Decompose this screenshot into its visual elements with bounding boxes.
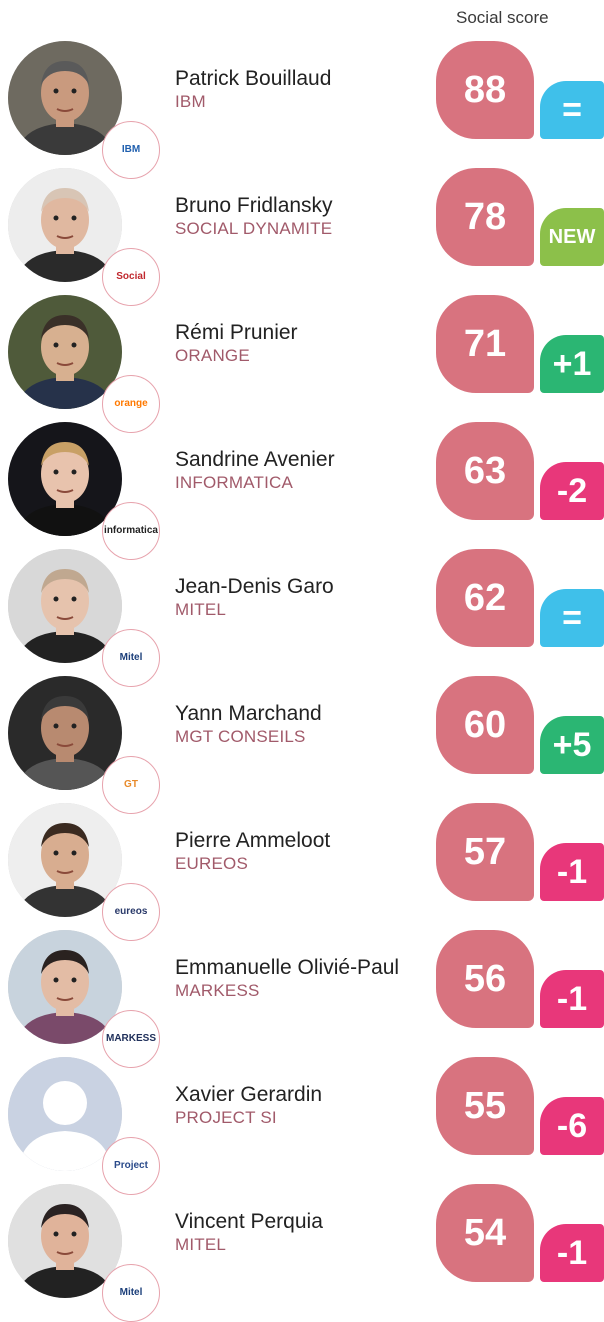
company-name: ORANGE — [175, 346, 250, 365]
rank-change-badge: +1 — [540, 335, 604, 393]
company-name: IBM — [175, 92, 206, 111]
person-name: Jean-Denis Garo — [175, 575, 334, 598]
list-item[interactable]: Project Xavier Gerardin PROJECT SI 55 -6 — [0, 1049, 604, 1195]
rank-change-badge: -6 — [540, 1097, 604, 1155]
list-item[interactable]: eureos Pierre Ammeloot EUREOS 57 -1 — [0, 795, 604, 941]
person-name: Bruno Fridlansky — [175, 194, 333, 217]
company-name: SOCIAL DYNAMITE — [175, 219, 333, 238]
list-item[interactable]: GT Yann Marchand MGT CONSEILS 60 +5 — [0, 668, 604, 814]
list-item[interactable]: informatica Sandrine Avenier INFORMATICA 63… — [0, 414, 604, 560]
company-name: MITEL — [175, 1235, 227, 1254]
rank-change-badge: NEW — [540, 208, 604, 266]
rank-change-badge: = — [540, 589, 604, 647]
social-score-badge: 63 — [436, 422, 534, 520]
company-name: MARKESS — [175, 981, 260, 1000]
social-score-badge: 62 — [436, 549, 534, 647]
person-name: Sandrine Avenier — [175, 448, 335, 471]
company-name: MGT CONSEILS — [175, 727, 306, 746]
person-name: Xavier Gerardin — [175, 1083, 323, 1106]
social-score-badge: 57 — [436, 803, 534, 901]
list-item[interactable]: Social Bruno Fridlansky SOCIAL DYNAMITE 78 N… — [0, 160, 604, 306]
social-score-badge: 54 — [436, 1184, 534, 1282]
list-item[interactable]: orange Rémi Prunier ORANGE 71 +1 — [0, 287, 604, 433]
rank-change-badge: -1 — [540, 970, 604, 1028]
list-item[interactable]: MARKESS Emmanuelle Olivié-Paul MARKESS 56 -1 — [0, 922, 604, 1068]
social-score-badge: 71 — [436, 295, 534, 393]
person-name: Emmanuelle Olivié-Paul — [175, 956, 400, 979]
company-name: EUREOS — [175, 854, 248, 873]
person-name: Pierre Ammeloot — [175, 829, 331, 852]
social-score-badge: 55 — [436, 1057, 534, 1155]
company-name: MITEL — [175, 600, 227, 619]
person-name: Rémi Prunier — [175, 321, 298, 344]
social-score-badge: 88 — [436, 41, 534, 139]
list-item[interactable]: Mitel Vincent Perquia MITEL 54 -1 — [0, 1176, 604, 1322]
header-social-score: Social score — [456, 8, 549, 27]
rank-change-badge: -2 — [540, 462, 604, 520]
rank-change-badge: = — [540, 81, 604, 139]
person-name: Yann Marchand — [175, 702, 322, 725]
company-logo: Mitel — [102, 1264, 160, 1322]
social-score-badge: 60 — [436, 676, 534, 774]
rank-change-badge: +5 — [540, 716, 604, 774]
list-item[interactable]: Mitel Jean-Denis Garo MITEL 62 = — [0, 541, 604, 687]
company-name: PROJECT SI — [175, 1108, 277, 1127]
company-name: INFORMATICA — [175, 473, 294, 492]
person-name: Patrick Bouillaud — [175, 67, 332, 90]
social-score-badge: 56 — [436, 930, 534, 1028]
rank-change-badge: -1 — [540, 843, 604, 901]
social-score-badge: 78 — [436, 168, 534, 266]
rank-change-badge: -1 — [540, 1224, 604, 1282]
person-name: Vincent Perquia — [175, 1210, 323, 1233]
list-item[interactable]: IBM Patrick Bouillaud IBM 88 = — [0, 33, 604, 179]
